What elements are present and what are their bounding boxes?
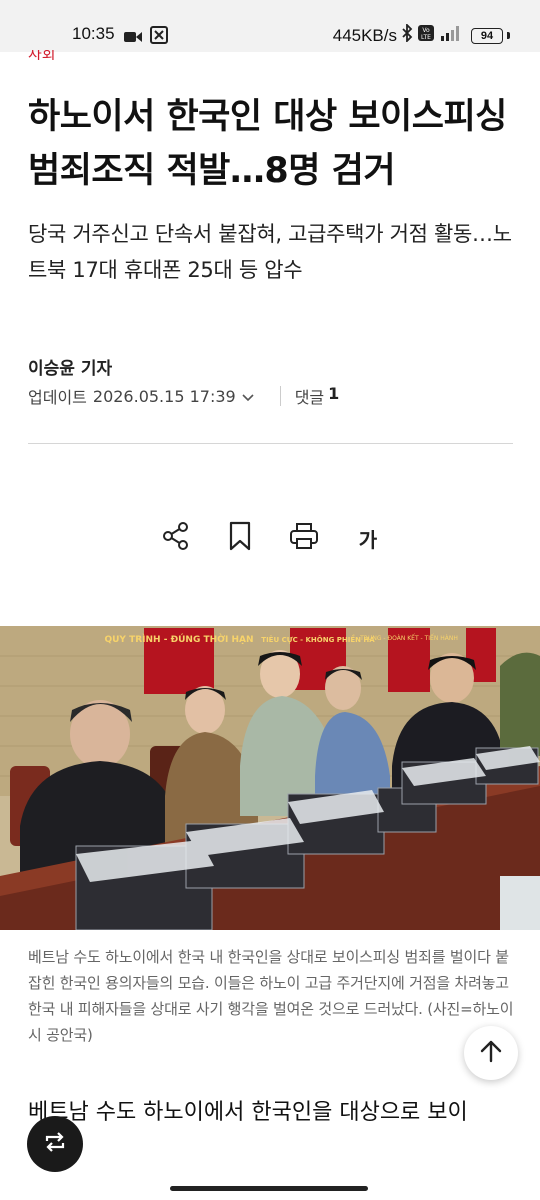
status-time: 10:35 <box>72 24 115 43</box>
article-photo[interactable]: QUY TRÌNH - ĐÚNG THỜI HẠN TIÊU CỰC - KHÔ… <box>0 626 540 930</box>
font-size-button[interactable]: 가 <box>352 518 384 558</box>
signal-icon <box>439 24 463 47</box>
reporter-byline[interactable]: 이승윤 기자 <box>28 354 112 379</box>
update-label: 업데이트 <box>28 388 87 407</box>
svg-text:QUY TRÌNH - ĐÚNG THỜI HẠN: QUY TRÌNH - ĐÚNG THỜI HẠN <box>104 633 253 645</box>
arrow-up-icon <box>478 1038 504 1068</box>
photo-caption: 베트남 수도 하노이에서 한국 내 한국인을 상대로 보이스피싱 범죄를 벌이다… <box>28 948 514 1044</box>
article-toolbar: 가 <box>160 518 384 558</box>
status-right: 445KB/s Vo LTE 94 <box>332 22 510 47</box>
article-meta: 업데이트 2026.05.15 17:39 댓글 1 <box>28 384 339 408</box>
video-camera-icon <box>124 28 142 47</box>
status-left-icons <box>124 26 168 48</box>
print-icon <box>289 521 319 555</box>
scroll-top-button[interactable] <box>464 1026 518 1080</box>
update-datetime: 2026.05.15 17:39 <box>92 386 236 406</box>
comments-label: 댓글 <box>294 388 325 407</box>
section-tag[interactable]: 사회 <box>28 50 56 60</box>
bluetooth-icon <box>401 22 413 47</box>
svg-text:LTE: LTE <box>421 34 431 41</box>
share-icon <box>162 521 190 555</box>
repeat-floating-button[interactable] <box>27 1116 83 1172</box>
battery-tip <box>507 32 510 39</box>
article-headline: 하노이서 한국인 대상 보이스피싱 범죄조직 적발…8명 검거 <box>28 97 507 191</box>
meta-divider <box>279 386 281 406</box>
home-indicator[interactable] <box>170 1186 368 1191</box>
svg-text:TRUNG - ĐOÀN KẾT - TIẾN HÀNH: TRUNG - ĐOÀN KẾT - TIẾN HÀNH <box>359 634 458 642</box>
svg-text:TIÊU CỰC - KHÔNG PHIỀN HÀ: TIÊU CỰC - KHÔNG PHIỀN HÀ <box>261 634 375 644</box>
print-button[interactable] <box>288 518 320 558</box>
bookmark-button[interactable] <box>224 518 256 558</box>
article-body-paragraph: 베트남 수도 하노이에서 한국인을 대상으로 보이 <box>28 1100 468 1125</box>
status-bar: 10:35 445KB/s Vo LTE 94 <box>0 0 540 52</box>
volte-icon: Vo LTE <box>417 24 435 47</box>
network-speed: 445KB/s <box>332 25 397 45</box>
divider <box>28 443 513 444</box>
comments-link[interactable]: 댓글 1 <box>295 384 340 408</box>
chevron-down-icon <box>242 387 254 406</box>
battery-icon: 94 <box>471 27 503 44</box>
comments-count: 1 <box>328 384 340 403</box>
svg-text:Vo: Vo <box>422 27 430 34</box>
article-subheadline: 당국 거주신고 단속서 붙잡혀, 고급주택가 거점 활동…노트북 17대 휴대폰… <box>28 222 512 282</box>
update-datetime-toggle[interactable]: 업데이트 2026.05.15 17:39 <box>28 384 254 408</box>
notification-app-icon <box>150 26 168 48</box>
bookmark-icon <box>228 521 252 555</box>
repeat-icon <box>43 1131 67 1157</box>
share-button[interactable] <box>160 518 192 558</box>
